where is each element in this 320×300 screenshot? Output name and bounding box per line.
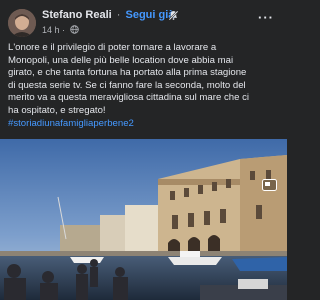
hashtag-link[interactable]: #storiadiunafamigliaperbene2 [8,118,282,131]
separator-dot: · [116,9,121,21]
post-time[interactable]: 14 h [42,25,60,35]
post-text-line: ha ospitato, e stregato! [8,104,106,116]
post-text-line: Monopoli, una delle più belle location d… [8,54,234,66]
post-text-line: merito va a questa meravigliosa cittadin… [8,92,250,104]
post-text: L'onore e il privilegio di poter tornare… [8,42,282,130]
post-photo[interactable] [0,139,287,300]
bell-muted-icon[interactable] [168,10,179,21]
post-text-line: L'onore e il privilegio di poter tornare… [8,42,217,53]
author-name[interactable]: Stefano Reali [42,9,112,21]
meta-separator: · [62,25,66,35]
globe-icon [69,25,79,34]
post-text-line: girato, e che tanta fortuna ha portato a… [8,67,247,79]
post-author-line: Stefano Reali · Segui già [42,9,174,21]
avatar[interactable] [8,9,36,37]
post-header: Stefano Reali · Segui già 14 h · ··· [0,0,287,42]
post-text-line: di questa serie tv. Se ci fanno fare la … [8,79,246,91]
media-icon[interactable] [262,179,277,191]
more-options-icon[interactable]: ··· [258,10,274,25]
post-meta: 14 h · [42,25,79,35]
